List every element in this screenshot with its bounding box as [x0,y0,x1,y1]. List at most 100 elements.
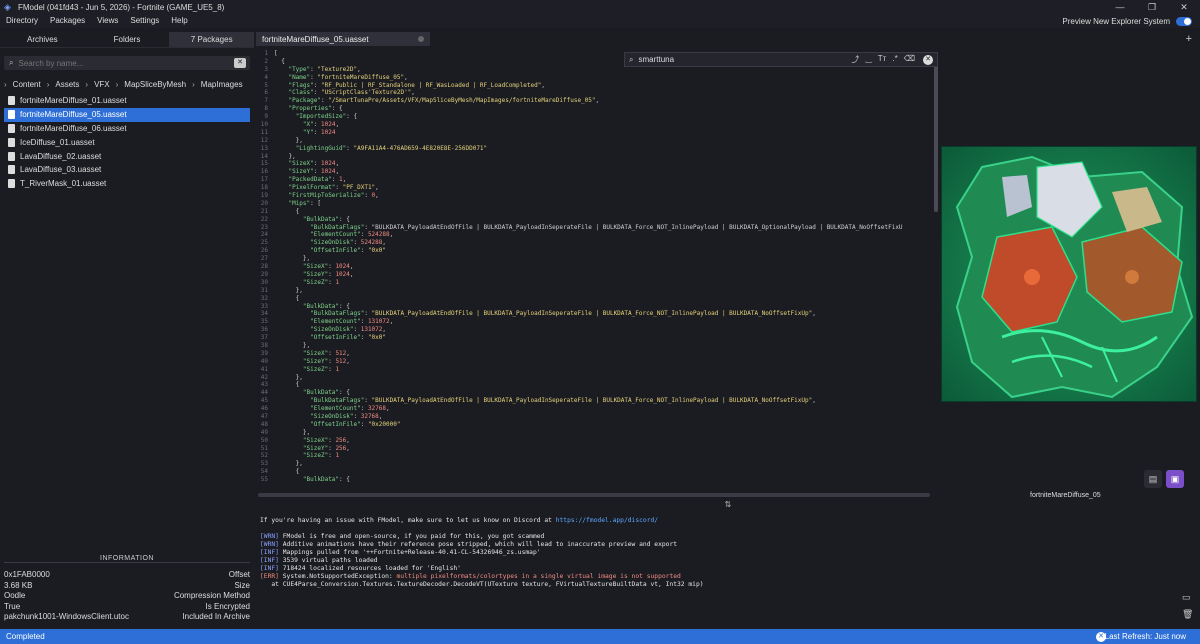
code-line: 43 { [256,381,940,389]
line-number: 8 [264,105,268,113]
log-line: [INF] 3539 virtual paths loaded [260,557,1180,565]
discord-link[interactable]: https://fmodel.app/discord/ [556,517,658,524]
breadcrumb-item[interactable]: VFX [94,80,110,89]
find-input[interactable] [638,55,839,64]
maximize-button[interactable]: ❐ [1136,0,1168,14]
find-clear-icon[interactable]: ⌫ [904,54,915,65]
editor-tab-label: fortniteMareDiffuse_05.uasset [262,34,369,44]
log-line: [INF] 718424 localized resources loaded … [260,565,1180,573]
code-text: "Mips": [ [288,199,321,207]
trash-icon[interactable]: 🗑 [1182,609,1193,620]
code-line: 54 { [256,468,940,476]
code-text: }, [274,460,303,468]
code-text: "SizeX": 512, [302,349,350,357]
search-icon: ⌕ [9,58,14,67]
find-option-regex-icon[interactable]: ⤴ [851,54,859,65]
find-option-pattern-icon[interactable]: .* [892,54,897,65]
menu-directory[interactable]: Directory [0,14,44,28]
clear-search-icon[interactable]: ✕ [234,58,246,68]
code-line: 16 "SizeY": 1024, [256,168,940,176]
code-line: 35 "ElementCount": 131072, [256,318,940,326]
find-close-icon[interactable]: ✕ [923,55,933,65]
menu-help[interactable]: Help [165,14,193,28]
package-item-selected[interactable]: fortniteMareDiffuse_05.uasset [4,107,250,122]
tab-folders[interactable]: Folders [85,32,170,47]
code-line: 50 "SizeX": 256, [256,437,940,445]
code-line: 25 "SizeOnDisk": 524288, [256,239,940,247]
code-text: "Class": "UScriptClass'Texture2D'", [288,89,415,97]
menu-views[interactable]: Views [91,14,124,28]
document-icon[interactable]: ▤ [1144,470,1162,488]
code-text: { [274,57,285,65]
add-tab-icon[interactable]: + [1186,32,1192,46]
info-value: Oodle [4,591,26,600]
line-number: 7 [264,97,268,105]
code-text: "SizeY": 1024, [288,168,340,176]
code-text: "ElementCount": 32768, [310,405,390,413]
code-line: 27 }, [256,255,940,263]
line-number: 46 [260,405,268,413]
package-item[interactable]: T_RiverMask_01.uasset [4,177,250,191]
info-key: Offset [228,570,250,579]
line-number: 37 [260,334,268,342]
code-line: 45 "BulkDataFlags": "BULKDATA_PayloadAtE… [256,397,940,405]
find-option-whole-word-icon[interactable]: ‿ [865,54,871,65]
line-number: 41 [260,365,268,373]
editor-vertical-scrollbar[interactable] [934,52,938,212]
line-number: 18 [260,184,268,192]
close-window-button[interactable]: ✕ [1168,0,1200,14]
log-message: Mappings pulled from '++Fortnite+Release… [278,549,541,556]
image-view-icon[interactable]: ▣ [1166,470,1184,488]
code-text: "FirstMipToSerialize": 0, [288,192,379,200]
file-icon [8,179,15,189]
package-item[interactable]: IceDiffuse_01.uasset [4,135,250,149]
code-text: "BulkData": { [302,215,350,223]
code-line: 28 "SizeX": 1024, [256,263,940,271]
tab-close-icon[interactable] [418,36,424,42]
code-line: 40 "SizeY": 512, [256,358,940,366]
code-line: 31 }, [256,287,940,295]
find-option-case-icon[interactable]: Tт [878,54,887,65]
line-number: 16 [260,168,268,176]
code-line: 8 "Properties": { [256,105,940,113]
panel-splitter[interactable]: ⇅ [256,500,1200,513]
info-key: Compression Method [173,591,250,600]
log-line: [ERR] System.NotSupportedException: mult… [260,573,1180,581]
package-item[interactable]: fortniteMareDiffuse_01.uasset [4,94,250,108]
texture-preview [941,146,1197,402]
code-line: 17 "PackedData": 1, [256,176,940,184]
line-number: 2 [264,57,268,65]
code-line: 36 "SizeOnDisk": 131072, [256,326,940,334]
open-folder-icon[interactable]: ▭ [1182,592,1193,603]
minimize-button[interactable]: — [1104,0,1136,14]
tab-packages[interactable]: 7 Packages [169,32,255,47]
code-text: }, [274,341,311,349]
breadcrumb-item[interactable]: Content [13,80,41,89]
last-refresh-text: Last Refresh: Just now [1104,632,1186,641]
code-text: "BulkData": { [302,476,350,484]
breadcrumb-item[interactable]: MapImages [201,80,243,89]
line-number: 22 [260,215,268,223]
editor-horizontal-scrollbar[interactable] [258,493,930,497]
code-line: 26 "OffsetInFile": "0x0" [256,247,940,255]
breadcrumb-item[interactable]: Assets [55,80,79,89]
package-item[interactable]: LavaDiffuse_03.uasset [4,163,250,177]
preview-explorer-toggle[interactable] [1176,16,1192,26]
menu-settings[interactable]: Settings [124,14,165,28]
json-editor[interactable]: 1[2 {3 "Type": "Texture2D", 4 "Name": "fo… [256,50,940,492]
log-message: 718424 localized resources loaded for 'E… [278,565,461,572]
code-line: 12 }, [256,137,940,145]
breadcrumb-item[interactable]: MapSliceByMesh [124,80,186,89]
code-view: 1[2 {3 "Type": "Texture2D", 4 "Name": "fo… [256,50,940,484]
menu-packages[interactable]: Packages [44,14,91,28]
tab-archives[interactable]: Archives [0,32,85,47]
search-input[interactable] [18,58,219,68]
line-number: 4 [264,73,268,81]
package-item[interactable]: fortniteMareDiffuse_06.uasset [4,122,250,136]
editor-tab[interactable]: fortniteMareDiffuse_05.uasset [256,32,430,46]
package-item[interactable]: LavaDiffuse_02.uasset [4,149,250,163]
package-search: ⌕ ✕ [4,56,250,70]
line-number: 23 [260,223,268,231]
line-number: 47 [260,412,268,420]
